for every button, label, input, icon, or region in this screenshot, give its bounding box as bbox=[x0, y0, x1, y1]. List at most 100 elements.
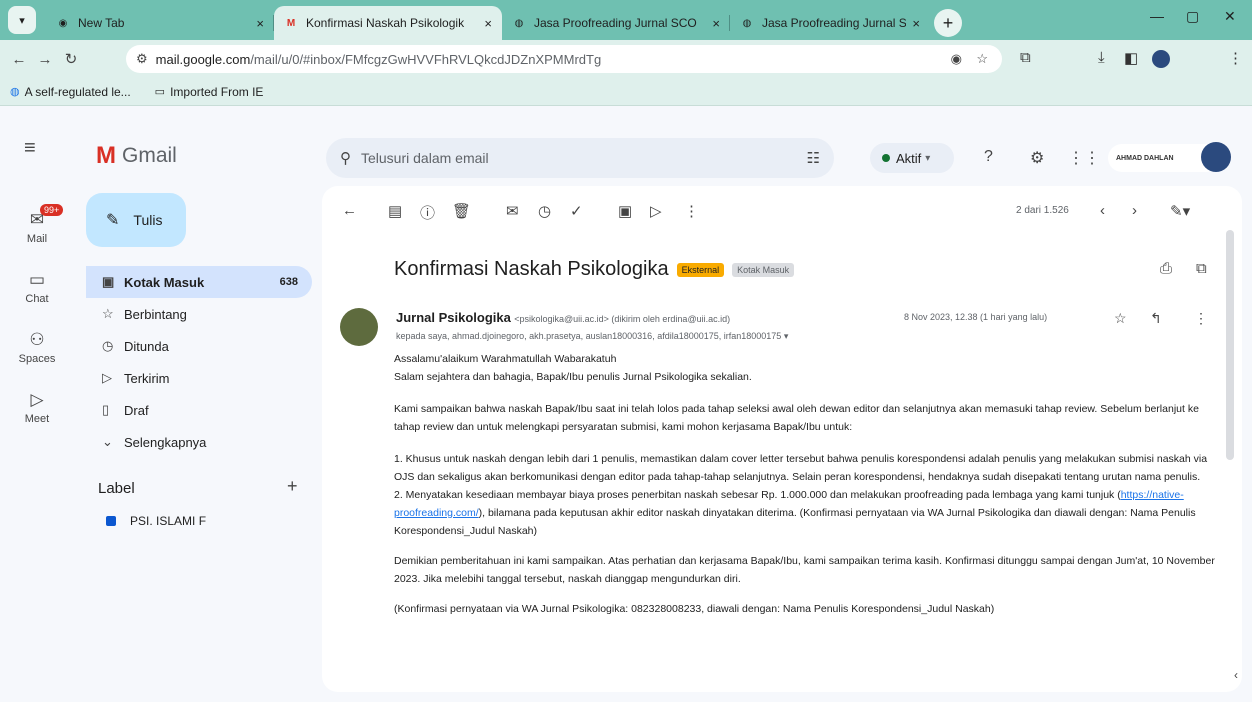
email-body: Assalamu'alaikum Warahmatullah Wabarakat… bbox=[394, 350, 1224, 618]
main-menu-icon[interactable]: ≡ bbox=[24, 137, 36, 160]
search-placeholder: Telusuri dalam email bbox=[361, 150, 489, 166]
gmail-app-rail: ≡ ✉ 99+ Mail ▭ Chat ⚇ Spaces ▷ Meet bbox=[0, 106, 74, 702]
inbox-label-chip[interactable]: Kotak Masuk bbox=[732, 262, 795, 277]
nav-snoozed[interactable]: ◷ Ditunda bbox=[86, 330, 312, 362]
maximize-icon[interactable]: ▢ bbox=[1186, 8, 1199, 25]
folder-icon: ▭ bbox=[154, 86, 166, 98]
star-icon[interactable]: ☆ bbox=[1114, 310, 1127, 327]
nav-label: Kotak Masuk bbox=[124, 274, 205, 290]
new-tab-button[interactable]: + bbox=[934, 9, 962, 37]
close-tab-icon[interactable]: × bbox=[256, 16, 264, 31]
nav-drafts[interactable]: ▯ Draf bbox=[86, 394, 312, 426]
snooze-icon[interactable]: ◷ bbox=[538, 202, 551, 220]
profile-avatar[interactable] bbox=[1152, 50, 1170, 68]
search-options-icon[interactable]: ☷ bbox=[807, 149, 820, 167]
sender-line: Jurnal Psikologika <psikologika@uii.ac.i… bbox=[396, 310, 730, 325]
sidepanel-icon[interactable]: ◧ bbox=[1124, 49, 1138, 67]
nav-label: Ditunda bbox=[124, 338, 169, 354]
print-icon[interactable]: ⎙ bbox=[1160, 260, 1172, 277]
side-panel-toggle-icon[interactable]: ‹ bbox=[1234, 668, 1238, 682]
rail-meet[interactable]: ▷ Meet bbox=[0, 390, 74, 425]
pagination-text: 2 dari 1.526 bbox=[1016, 205, 1069, 216]
add-label-icon[interactable]: + bbox=[287, 476, 298, 497]
input-tools-icon[interactable]: ✎▾ bbox=[1170, 202, 1190, 220]
browser-tab-active[interactable]: M Konfirmasi Naskah Psikologik × bbox=[274, 6, 502, 40]
menu-icon[interactable]: ⋮ bbox=[1228, 49, 1243, 67]
site-info-icon[interactable]: ⚙ bbox=[136, 51, 148, 67]
label-item[interactable]: PSI. ISLAMI F bbox=[106, 514, 206, 528]
newer-icon[interactable]: ‹ bbox=[1100, 202, 1105, 219]
recipients-text: kepada saya, ahmad.djoinegoro, akh.prase… bbox=[396, 331, 782, 341]
more-icon[interactable]: ⋮ bbox=[1194, 310, 1208, 327]
browser-tab-strip: ▾ ◉ New Tab × M Konfirmasi Naskah Psikol… bbox=[0, 0, 1252, 40]
nav-inbox[interactable]: ▣ Kotak Masuk 638 bbox=[86, 266, 312, 298]
search-bar[interactable]: ⚲ Telusuri dalam email ☷ bbox=[326, 138, 834, 178]
chevron-down-icon: ⌄ bbox=[102, 434, 113, 449]
back-icon[interactable]: ← bbox=[6, 51, 32, 68]
rail-mail[interactable]: ✉ 99+ Mail bbox=[0, 204, 74, 245]
nav-more[interactable]: ⌄ Selengkapnya bbox=[86, 426, 312, 458]
email-subject: Konfirmasi Naskah Psikologika Eksternal … bbox=[394, 258, 795, 281]
eye-icon[interactable]: ◉ bbox=[951, 51, 962, 67]
sender-email: <psikologika@uii.ac.id> (dikirim oleh er… bbox=[514, 314, 731, 324]
forward-icon[interactable]: → bbox=[32, 51, 58, 68]
report-spam-icon[interactable]: ⓘ bbox=[420, 202, 435, 223]
delete-icon[interactable]: 🗑 bbox=[452, 202, 471, 220]
address-bar[interactable]: ⚙ mail.google.com /mail/u/0/#inbox/FMfcg… bbox=[126, 45, 1002, 73]
bookmark-item[interactable]: ◍ A self-regulated le... bbox=[10, 85, 131, 99]
chrome-icon: ◉ bbox=[58, 17, 68, 29]
globe-icon: ◍ bbox=[10, 86, 20, 98]
older-icon[interactable]: › bbox=[1132, 202, 1137, 219]
settings-icon[interactable]: ⚙ bbox=[1030, 148, 1044, 168]
browser-tab[interactable]: ◉ New Tab × bbox=[46, 6, 274, 40]
extensions-icon[interactable]: ⧉ bbox=[1020, 49, 1031, 66]
scrollbar[interactable] bbox=[1226, 230, 1234, 460]
label-name: PSI. ISLAMI F bbox=[130, 514, 207, 528]
globe-icon: ◍ bbox=[742, 17, 752, 29]
gmail-m-icon: M bbox=[96, 142, 116, 169]
folder-nav: ▣ Kotak Masuk 638 ☆ Berbintang ◷ Ditunda… bbox=[86, 266, 312, 458]
open-new-window-icon[interactable]: ⧉ bbox=[1196, 260, 1207, 277]
account-avatar[interactable] bbox=[1201, 142, 1231, 172]
nav-sent[interactable]: ▷ Terkirim bbox=[86, 362, 312, 394]
browser-tab[interactable]: ◍ Jasa Proofreading Jurnal SCO × bbox=[502, 6, 730, 40]
close-tab-icon[interactable]: × bbox=[712, 16, 720, 31]
mark-unread-icon[interactable]: ✉ bbox=[506, 202, 519, 220]
rail-chat[interactable]: ▭ Chat bbox=[0, 270, 74, 305]
gmail-logo-text: Gmail bbox=[122, 144, 177, 167]
chevron-down-icon: ▾ bbox=[925, 152, 931, 164]
close-tab-icon[interactable]: × bbox=[484, 16, 492, 31]
download-icon[interactable]: ⤓ bbox=[1098, 49, 1105, 66]
tab-title: Jasa Proofreading Jurnal SCO bbox=[534, 16, 697, 30]
back-to-inbox-icon[interactable]: ← bbox=[342, 202, 357, 219]
recipients-line[interactable]: kepada saya, ahmad.djoinegoro, akh.prase… bbox=[396, 331, 788, 342]
chat-icon: ▭ bbox=[28, 270, 46, 289]
help-icon[interactable]: ? bbox=[984, 148, 993, 166]
minimize-icon[interactable]: — bbox=[1150, 8, 1164, 24]
status-dropdown[interactable]: Aktif ▾ bbox=[870, 143, 954, 173]
sender-name[interactable]: Jurnal Psikologika bbox=[396, 310, 511, 325]
bookmark-folder[interactable]: ▭ Imported From IE bbox=[155, 85, 264, 99]
url-path: /mail/u/0/#inbox/FMfcgzGwHVVFhRVLQkcdJDZ… bbox=[250, 51, 602, 67]
rail-spaces[interactable]: ⚇ Spaces bbox=[0, 330, 74, 365]
label-icon[interactable]: ▷ bbox=[650, 202, 662, 220]
browser-tab[interactable]: ◍ Jasa Proofreading Jurnal SCO × bbox=[730, 6, 930, 40]
body-paragraph: Demikian pemberitahuan ini kami sampaika… bbox=[394, 555, 1215, 585]
search-icon[interactable]: ⚲ bbox=[340, 149, 351, 167]
gmail-logo[interactable]: M Gmail bbox=[96, 142, 177, 170]
add-task-icon[interactable]: ✓ bbox=[570, 202, 583, 220]
star-icon[interactable]: ☆ bbox=[976, 51, 988, 67]
archive-icon[interactable]: ▤ bbox=[388, 202, 402, 220]
move-to-icon[interactable]: ▣ bbox=[618, 202, 632, 220]
reload-icon[interactable]: ↻ bbox=[58, 50, 84, 68]
more-icon[interactable]: ⋮ bbox=[684, 202, 699, 220]
reply-icon[interactable]: ↰ bbox=[1150, 310, 1162, 327]
compose-button[interactable]: ✎ Tulis bbox=[86, 193, 186, 247]
tab-search-button[interactable]: ▾ bbox=[8, 6, 36, 34]
close-tab-icon[interactable]: × bbox=[912, 16, 920, 31]
gmail-icon: M bbox=[286, 17, 296, 29]
apps-grid-icon[interactable]: ⋮⋮ bbox=[1068, 148, 1100, 168]
close-window-icon[interactable]: ✕ bbox=[1224, 8, 1236, 25]
nav-label: Draf bbox=[124, 402, 149, 418]
nav-starred[interactable]: ☆ Berbintang bbox=[86, 298, 312, 330]
